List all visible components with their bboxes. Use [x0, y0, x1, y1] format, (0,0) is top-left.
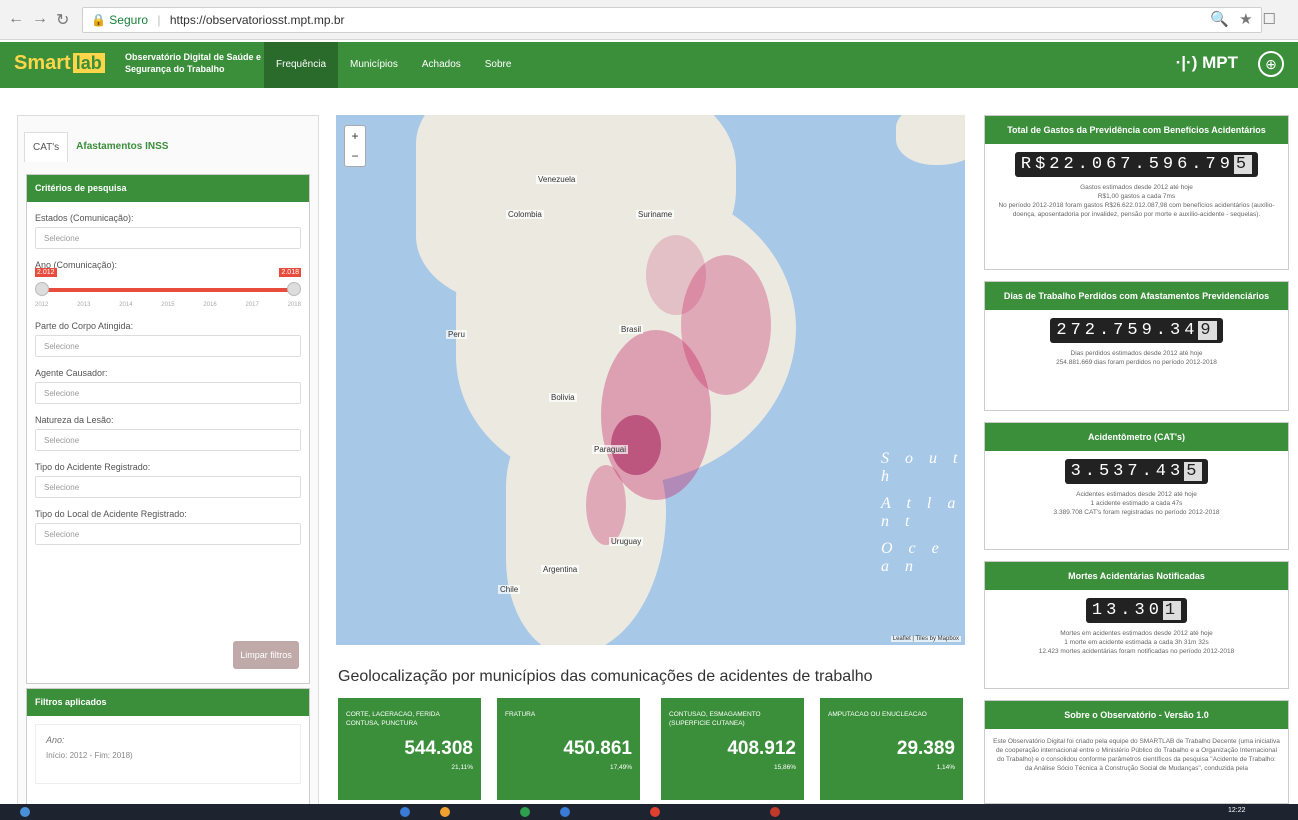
filter-tabs: CAT's Afastamentos INSS [24, 132, 176, 162]
top-navbar: Smart lab Observatório Digital de Saúde e… [0, 42, 1298, 88]
oit-globe-icon[interactable]: ⊕ [1258, 51, 1284, 77]
address-bar[interactable]: 🔒 Seguro | https://observatoriosst.mpt.m… [82, 7, 1262, 33]
applied-title: Filtros aplicados [27, 689, 309, 716]
stat-card: FRATURA 450.861 17,49% [497, 698, 640, 800]
reload-icon[interactable]: ↻ [56, 10, 69, 30]
ocean-label: O c e a n [881, 540, 945, 575]
observatory-title: Observatório Digital de Saúde e Seguranç… [125, 52, 262, 74]
filter-select-tipo-acidente[interactable]: Selecione [35, 476, 301, 498]
box-title: Sobre o Observatório - Versão 1.0 [985, 701, 1288, 729]
year-label: Ano (Comunicação): [35, 260, 118, 270]
box-title: Mortes Acidentárias Notificadas [985, 562, 1288, 590]
menu-sobre[interactable]: Sobre [473, 42, 524, 88]
mortes-box: Mortes Acidentárias Notificadas 13.30 1 M… [984, 561, 1289, 689]
dias-box: Dias de Trabalho Perdidos com Afastament… [984, 281, 1289, 411]
mpt-logo[interactable]: ·|·) MPT [1176, 53, 1238, 73]
box-title: Dias de Trabalho Perdidos com Afastament… [985, 282, 1288, 310]
box-text: Este Observatório Digital foi criado pel… [993, 738, 1280, 772]
lock-icon: 🔒 [91, 13, 106, 27]
country-label: Paraguai [592, 445, 629, 454]
secure-label: Seguro [109, 13, 148, 27]
taskbar-app-icon[interactable] [520, 807, 530, 817]
applied-filters-box: Filtros aplicados Ano: Início: 2012 - Fi… [26, 688, 310, 806]
applied-filter-item: Ano: Início: 2012 - Fim: 2018) [35, 724, 301, 784]
forward-icon[interactable]: → [32, 10, 48, 28]
box-text: Dias perdidos estimados desde 2012 até h… [1056, 350, 1217, 366]
country-label: Bolivia [549, 393, 577, 402]
year-slider[interactable]: 2.012 2.018 2012 2013 2014 2015 2016 2017 2018 [35, 268, 301, 310]
filter-select-natureza[interactable]: Selecione [35, 429, 301, 451]
map-attribution[interactable]: Leaflet | Tiles by Mapbox [890, 636, 961, 642]
country-label: Suriname [636, 210, 675, 219]
sobre-box: Sobre o Observatório - Versão 1.0 Este O… [984, 700, 1289, 804]
country-label: Uruguay [609, 537, 644, 546]
acidentes-counter: 3.537.43 5 [1064, 459, 1209, 484]
filter-select-parte-corpo[interactable]: Selecione [35, 335, 301, 357]
box-text: Mortes em acidentes estimados desde 2012… [1038, 630, 1235, 655]
menu-achados[interactable]: Achados [410, 42, 473, 88]
gastos-box: Total de Gastos da Previdência com Benef… [984, 115, 1289, 270]
filter-label: Estados (Comunicação): [35, 213, 134, 223]
smartlab-logo[interactable]: Smart lab [14, 52, 105, 75]
filter-select-agente[interactable]: Selecione [35, 382, 301, 404]
back-icon[interactable]: ← [8, 10, 24, 28]
taskbar-app-icon[interactable] [440, 807, 450, 817]
geo-title: Geolocalização por municípios das comuni… [338, 668, 873, 685]
ocean-label: S o u t h [881, 450, 964, 485]
tab-afastamentos[interactable]: Afastamentos INSS [68, 132, 176, 162]
taskbar-app-icon[interactable] [650, 807, 660, 817]
country-label: Peru [446, 330, 467, 339]
slider-handle-max[interactable] [287, 282, 301, 296]
criteria-title: Critérios de pesquisa [27, 175, 309, 202]
slider-ticks: 2012 2013 2014 2015 2016 2017 2018 [35, 302, 301, 308]
box-title: Acidentômetro (CAT's) [985, 423, 1288, 451]
stat-card: CONTUSAO, ESMAGAMENTO (SUPERFICIE CUTANE… [661, 698, 804, 800]
criteria-box: Critérios de pesquisa Estados (Comunicaç… [26, 174, 310, 684]
filter-label: Natureza da Lesão: [35, 415, 114, 425]
taskbar-app-icon[interactable] [770, 807, 780, 817]
filter-label: Parte do Corpo Atingida: [35, 321, 134, 331]
filter-label: Agente Causador: [35, 368, 108, 378]
box-title: Total de Gastos da Previdência com Benef… [985, 116, 1288, 144]
year-to-tag: 2.018 [279, 268, 301, 277]
url-text: https://observatoriosst.mpt.mp.br [169, 13, 345, 27]
gastos-counter: R$22.067.596.79 5 [1014, 152, 1259, 177]
browser-chrome: ← → ↻ 🔒 Seguro | https://observatoriosst… [0, 0, 1298, 40]
accident-map[interactable]: + − S o u t h A t l a n t O c e a n Venez… [336, 115, 965, 645]
ocean-label: A t l a n t [881, 495, 962, 530]
acidentometro-box: Acidentômetro (CAT's) 3.537.43 5 Acidente… [984, 422, 1289, 550]
tab-cats[interactable]: CAT's [24, 132, 69, 162]
browser-actions[interactable]: 🔍★☐ [1210, 10, 1286, 28]
country-label: Chile [498, 585, 521, 594]
country-label: Colombia [506, 210, 544, 219]
country-label: Argentina [541, 565, 580, 574]
menu-municipios[interactable]: Municípios [338, 42, 410, 88]
filter-label: Tipo do Local de Acidente Registrado: [35, 509, 187, 519]
box-text: Acidentes estimados desde 2012 até hoje … [1053, 491, 1220, 516]
dias-counter: 272.759.34 9 [1050, 318, 1223, 343]
menu-frequencia[interactable]: Frequência [264, 42, 339, 88]
mortes-counter: 13.30 1 [1085, 598, 1188, 623]
box-text: Gastos estimados desde 2012 até hoje R$1… [998, 184, 1275, 218]
start-icon[interactable] [20, 807, 30, 817]
os-taskbar: 12:22 [0, 804, 1298, 820]
clear-filters-button[interactable]: Limpar filtros [233, 641, 299, 669]
stat-card: AMPUTACAO OU ENUCLEACAO 29.389 1,14% [820, 698, 963, 800]
filter-panel: CAT's Afastamentos INSS Critérios de pes… [17, 115, 319, 806]
stat-card: CORTE, LACERACAO, FERIDA CONTUSA, PUNCTU… [338, 698, 481, 800]
slider-handle-min[interactable] [35, 282, 49, 296]
taskbar-app-icon[interactable] [560, 807, 570, 817]
main-menu: Frequência Municípios Achados Sobre [264, 42, 523, 88]
zoom-control[interactable]: + − [344, 125, 366, 167]
clock[interactable]: 12:22 [1228, 807, 1246, 817]
heat-dots [586, 235, 771, 545]
taskbar-app-icon[interactable] [400, 807, 410, 817]
filter-select-estados[interactable]: Selecione [35, 227, 301, 249]
filter-select-tipo-local[interactable]: Selecione [35, 523, 301, 545]
country-label: Venezuela [536, 175, 578, 184]
year-from-tag: 2.012 [35, 268, 57, 277]
country-label: Brasil [619, 325, 644, 334]
filter-label: Tipo do Acidente Registrado: [35, 462, 151, 472]
